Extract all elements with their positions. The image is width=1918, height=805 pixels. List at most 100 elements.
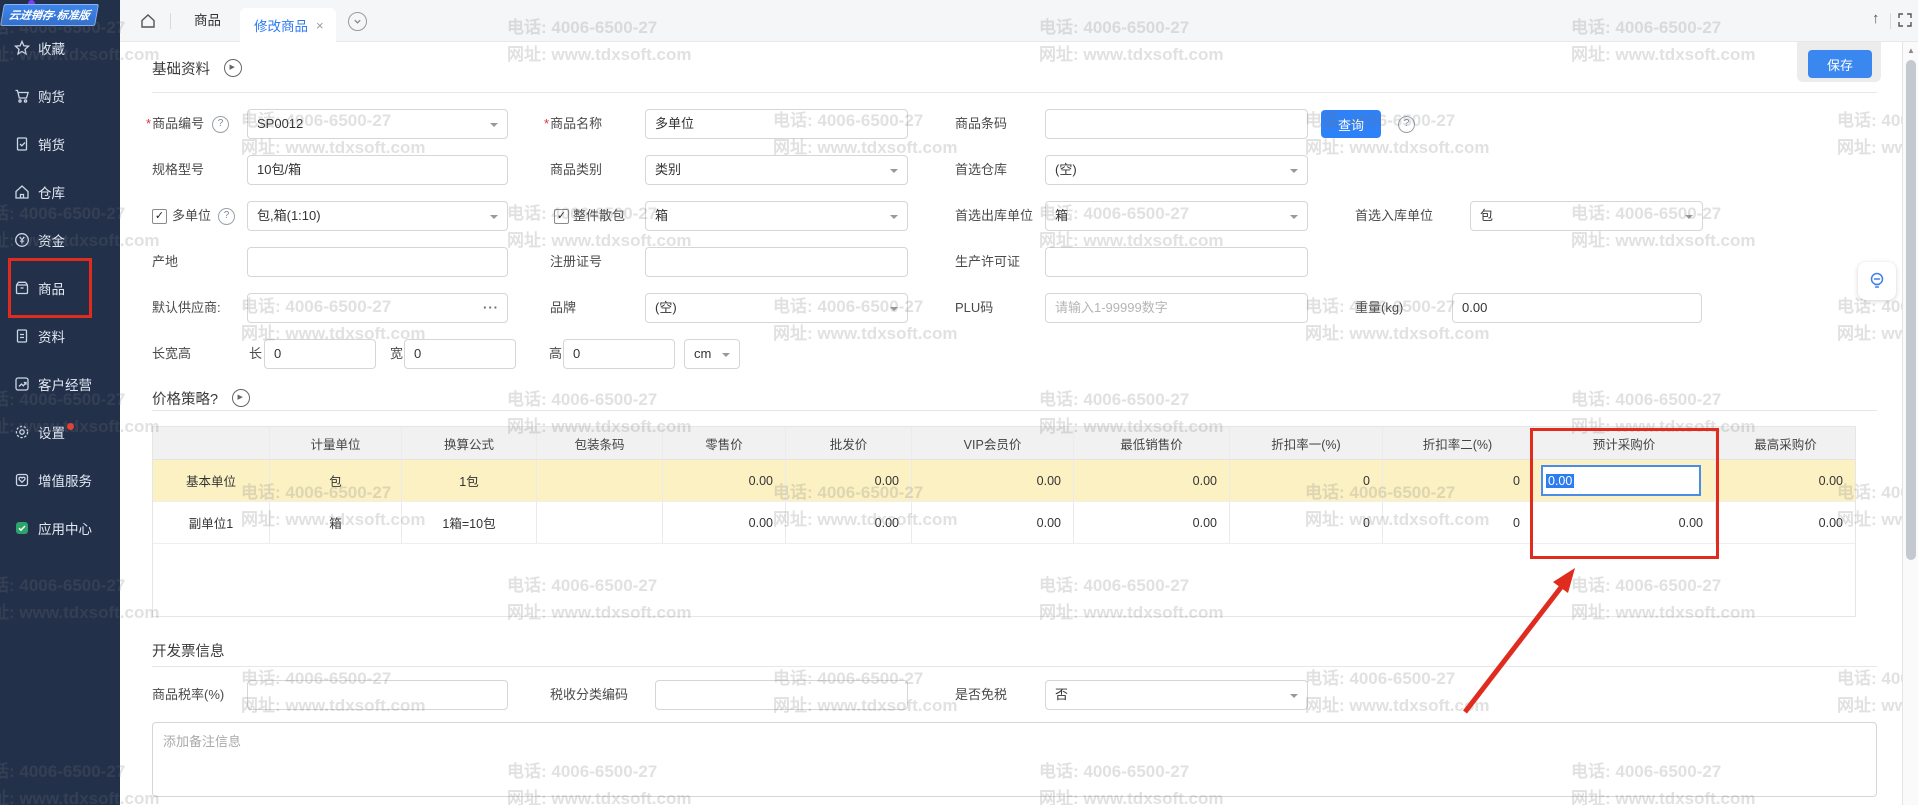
bulk-checkbox[interactable] bbox=[554, 209, 569, 224]
chevron-down-icon bbox=[890, 215, 898, 223]
table-cell[interactable]: 0.00 bbox=[1533, 502, 1716, 543]
multiunit-checkbox[interactable] bbox=[152, 209, 167, 224]
tab-edit-goods[interactable]: 修改商品 bbox=[240, 8, 336, 42]
sidebar-item-label: 仓库 bbox=[38, 182, 65, 202]
fullscreen-icon[interactable] bbox=[1898, 13, 1912, 32]
sku-help-icon[interactable] bbox=[212, 116, 229, 133]
sidebar-item-goods[interactable]: 商品 bbox=[14, 276, 65, 300]
table-cell[interactable]: 0.00 bbox=[1716, 460, 1855, 501]
collapse-basic-icon[interactable] bbox=[224, 59, 242, 77]
sidebar-item-customer-ops[interactable]: 客户经营 bbox=[14, 372, 92, 396]
brand-select[interactable]: (空) bbox=[645, 293, 908, 323]
divider bbox=[152, 666, 1877, 667]
origin-input[interactable] bbox=[247, 247, 508, 277]
table-cell[interactable]: 0.00 bbox=[1533, 460, 1716, 501]
table-cell[interactable]: 1包 bbox=[402, 460, 537, 501]
table-cell[interactable] bbox=[537, 460, 663, 501]
sidebar-item-purchases[interactable]: 购货 bbox=[14, 84, 65, 108]
query-button[interactable]: 查询 bbox=[1321, 110, 1381, 138]
tax-code-input[interactable] bbox=[655, 680, 908, 710]
table-cell[interactable]: 0 bbox=[1230, 502, 1383, 543]
reg-no-label: 注册证号 bbox=[550, 247, 602, 277]
table-cell[interactable]: 0.00 bbox=[663, 502, 786, 543]
scrollbar-up-arrow[interactable] bbox=[1907, 46, 1915, 55]
table-cell[interactable]: 0.00 bbox=[786, 502, 912, 543]
sidebar-item-value-added[interactable]: 增值服务 bbox=[14, 468, 92, 492]
license-input[interactable] bbox=[1045, 247, 1308, 277]
collapse-price-icon[interactable] bbox=[232, 389, 250, 407]
sku-select[interactable]: SP0012 bbox=[247, 109, 508, 139]
sidebar-item-label: 购货 bbox=[38, 86, 65, 106]
dimension-unit-select[interactable]: cm bbox=[684, 339, 740, 369]
tax-rate-input[interactable] bbox=[247, 680, 508, 710]
table-cell[interactable]: 1箱=10包 bbox=[402, 502, 537, 543]
remark-textarea[interactable] bbox=[152, 722, 1877, 797]
table-cell[interactable]: 0.00 bbox=[912, 460, 1074, 501]
app-logo: 云进销存·标准版 bbox=[0, 4, 99, 26]
sidebar-item-label: 资料 bbox=[38, 326, 65, 346]
table-cell[interactable]: 0.00 bbox=[1716, 502, 1855, 543]
category-select[interactable]: 类别 bbox=[645, 155, 908, 185]
table-cell[interactable] bbox=[537, 502, 663, 543]
sidebar-item-settings[interactable]: 设置 bbox=[14, 420, 74, 444]
tax-free-select[interactable]: 否 bbox=[1045, 680, 1308, 710]
table-cell[interactable]: 基本单位 bbox=[153, 460, 270, 501]
scroll-top-icon[interactable] bbox=[1872, 10, 1880, 27]
table-cell[interactable]: 0.00 bbox=[1074, 502, 1230, 543]
table-header-cell: 零售价 bbox=[663, 427, 786, 459]
chevron-down-icon bbox=[890, 169, 898, 177]
sidebar-item-funds[interactable]: 资金 bbox=[14, 228, 65, 252]
app-center-icon bbox=[14, 520, 30, 536]
sidebar-item-app-center[interactable]: 应用中心 bbox=[14, 516, 92, 540]
height-input[interactable]: 0 bbox=[563, 339, 675, 369]
name-input[interactable]: 多单位 bbox=[645, 109, 908, 139]
table-cell[interactable]: 包 bbox=[270, 460, 402, 501]
barcode-help-icon[interactable] bbox=[1398, 116, 1415, 133]
bulk-unit-select[interactable]: 箱 bbox=[645, 201, 908, 231]
close-tab-icon[interactable] bbox=[316, 18, 324, 33]
table-cell[interactable]: 0.00 bbox=[1074, 460, 1230, 501]
home-icon[interactable] bbox=[140, 13, 156, 34]
sidebar-item-favorites[interactable]: 收藏 bbox=[14, 36, 65, 60]
scrollbar-thumb[interactable] bbox=[1906, 60, 1916, 560]
table-cell[interactable]: 0.00 bbox=[912, 502, 1074, 543]
chevron-down-icon bbox=[890, 307, 898, 315]
warehouse-select[interactable]: (空) bbox=[1045, 155, 1308, 185]
table-cell[interactable]: 箱 bbox=[270, 502, 402, 543]
table-row: 基本单位包1包0.000.000.000.00000.000.00 bbox=[153, 460, 1855, 502]
sidebar-item-sales[interactable]: 销货 bbox=[14, 132, 65, 156]
chevron-down-icon bbox=[1685, 215, 1693, 223]
supplier-label: 默认供应商: bbox=[152, 293, 221, 323]
outbound-unit-select[interactable]: 箱 bbox=[1045, 201, 1308, 231]
table-cell[interactable]: 0 bbox=[1383, 502, 1533, 543]
table-cell[interactable]: 副单位1 bbox=[153, 502, 270, 543]
table-cell[interactable]: 0 bbox=[1383, 460, 1533, 501]
supplier-input[interactable] bbox=[247, 293, 508, 323]
chevron-down-icon bbox=[1290, 215, 1298, 223]
table-cell[interactable]: 0.00 bbox=[663, 460, 786, 501]
tips-bulb-button[interactable] bbox=[1858, 262, 1896, 300]
length-input[interactable]: 0 bbox=[264, 339, 376, 369]
spec-input[interactable]: 10包/箱 bbox=[247, 155, 508, 185]
more-icon[interactable] bbox=[483, 294, 499, 322]
table-header-cell: 包装条码 bbox=[537, 427, 663, 459]
table-cell[interactable]: 0 bbox=[1230, 460, 1383, 501]
estimated-purchase-price-input[interactable]: 0.00 bbox=[1541, 465, 1701, 496]
tab-list-chevron-icon[interactable] bbox=[348, 12, 367, 31]
width-input[interactable]: 0 bbox=[404, 339, 516, 369]
name-label: *商品名称 bbox=[544, 109, 602, 139]
inbound-unit-select[interactable]: 包 bbox=[1470, 201, 1703, 231]
barcode-input[interactable] bbox=[1045, 109, 1308, 139]
sidebar-item-data[interactable]: 资料 bbox=[14, 324, 65, 348]
table-cell[interactable]: 0.00 bbox=[786, 460, 912, 501]
multiunit-select[interactable]: 包,箱(1:10) bbox=[247, 201, 508, 231]
multiunit-help-icon[interactable] bbox=[218, 208, 235, 225]
height-label: 高 bbox=[549, 339, 562, 369]
plu-input[interactable]: 请输入1-99999数字 bbox=[1045, 293, 1308, 323]
table-header-cell: 换算公式 bbox=[402, 427, 537, 459]
reg-no-input[interactable] bbox=[645, 247, 908, 277]
save-button[interactable]: 保存 bbox=[1808, 50, 1872, 78]
weight-input[interactable]: 0.00 bbox=[1452, 293, 1702, 323]
tab-goods[interactable]: 商品 bbox=[194, 0, 221, 42]
sidebar-item-warehouse[interactable]: 仓库 bbox=[14, 180, 65, 204]
